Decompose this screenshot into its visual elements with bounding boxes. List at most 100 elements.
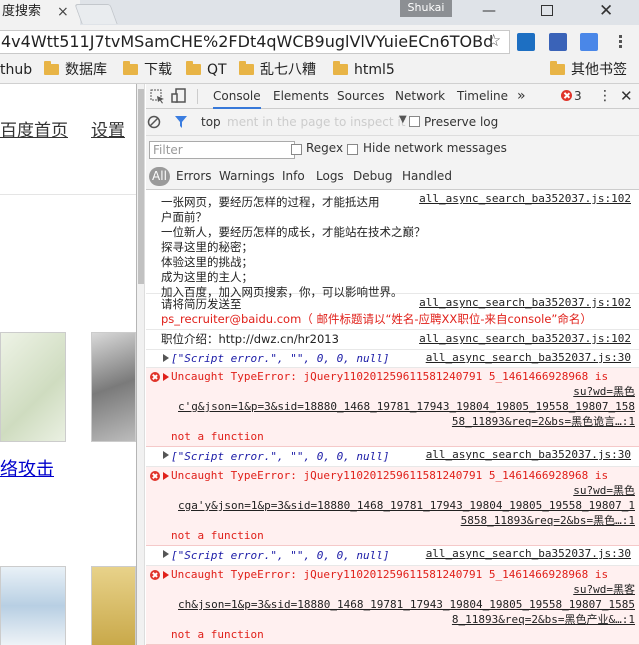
bookmark-folder-misc[interactable]: 乱七八糟 <box>239 60 316 80</box>
source-link[interactable]: all_async_search_ba352037.js:102 <box>419 192 631 205</box>
maximize-icon[interactable] <box>541 5 553 16</box>
bookmark-label: thub <box>0 62 33 78</box>
tab-timeline[interactable]: Timeline <box>457 84 508 109</box>
bookmark-star-icon[interactable]: ☆ <box>486 31 501 51</box>
error-count-icon[interactable] <box>561 90 572 101</box>
folder-icon <box>44 61 59 75</box>
expand-arrow-icon[interactable] <box>163 354 169 362</box>
preserve-log-checkbox[interactable] <box>409 116 420 127</box>
error-source[interactable]: 5858_11893&req=2&bs=黑色…:1 <box>171 513 635 528</box>
source-link[interactable]: all_async_search_ba352037.js:30 <box>426 351 631 364</box>
error-source[interactable]: su?wd=黑色 <box>171 483 635 498</box>
expand-arrow-icon[interactable] <box>163 571 169 579</box>
settings-link[interactable]: 设置 <box>91 116 125 141</box>
tab-sources[interactable]: Sources <box>337 84 384 109</box>
tab-close-icon[interactable]: × <box>57 0 69 24</box>
bookmark-github[interactable]: thub <box>0 60 32 80</box>
recruit-email: ps_recruiter@baidu.com <box>161 312 302 326</box>
level-all[interactable]: All <box>149 167 170 186</box>
tab-elements[interactable]: Elements <box>273 84 329 109</box>
error-text: Uncaught TypeError: jQuery11020125961158… <box>171 469 609 482</box>
level-info[interactable]: Info <box>282 167 305 186</box>
error-source[interactable]: su?wd=黑客 <box>171 582 635 597</box>
divider <box>0 194 136 195</box>
level-logs[interactable]: Logs <box>316 167 344 186</box>
preserve-log-label: Preserve log <box>424 115 499 129</box>
console-filter-input[interactable]: Filter <box>149 141 295 159</box>
error-source[interactable]: 58_11893&req=2&bs=黑色诡言…:1 <box>171 414 635 429</box>
news-thumbnail-3[interactable] <box>0 566 66 645</box>
log-text: 一位新人，要经历怎样的成长，才能站在技术之巅？ <box>161 225 426 239</box>
address-bar[interactable]: 4v4Wtt511J7tvMSamCHE%2FDt4qWCB9uglVlVYui… <box>0 30 510 54</box>
expand-arrow-icon[interactable] <box>163 373 169 381</box>
error-source[interactable]: c'g&json=1&p=3&sid=18880_1468_19781_1794… <box>171 399 635 414</box>
bookmark-folder-other[interactable]: 其他书签 <box>550 60 627 80</box>
error-source[interactable]: cga'y&json=1&p=3&sid=18880_1468_19781_17… <box>171 498 635 513</box>
devtools-panel: Console Elements Sources Network Timelin… <box>136 84 639 645</box>
bookmark-folder-html5[interactable]: html5 <box>333 60 395 80</box>
url-text: 4v4Wtt511J7tvMSamCHE%2FDt4qWCB9uglVlVYui… <box>1 32 494 51</box>
baidu-home-link[interactable]: 百度首页 <box>0 116 68 141</box>
console-message[interactable]: all_async_search_ba352037.js:30 ["Script… <box>146 546 639 566</box>
context-selector[interactable]: top <box>201 115 221 129</box>
hide-network-checkbox[interactable] <box>347 144 358 155</box>
expand-arrow-icon[interactable] <box>163 472 169 480</box>
bookmarks-bar: thub 数据库 下载 QT 乱七八糟 html5 其他书签 <box>0 57 639 84</box>
level-handled[interactable]: Handled <box>402 167 452 186</box>
bookmark-label: QT <box>207 62 227 78</box>
context-dropdown-icon[interactable]: ▼ <box>399 114 407 125</box>
bookmark-folder-downloads[interactable]: 下载 <box>123 60 172 80</box>
window-close-icon[interactable]: ✕ <box>599 0 613 22</box>
extension-icon-1[interactable] <box>517 33 535 51</box>
error-icon <box>150 471 160 481</box>
news-thumbnail-1[interactable] <box>0 332 66 442</box>
expand-arrow-icon[interactable] <box>163 451 169 459</box>
source-link[interactable]: all_async_search_ba352037.js:30 <box>426 448 631 461</box>
toolbar: 4v4Wtt511J7tvMSamCHE%2FDt4qWCB9uglVlVYui… <box>0 25 639 57</box>
regex-checkbox[interactable] <box>291 144 302 155</box>
separator <box>197 89 198 104</box>
error-source[interactable]: su?wd=黑色 <box>171 384 635 399</box>
error-source[interactable]: 8_11893&req=2&bs=黑色产业&…:1 <box>171 612 635 627</box>
console-log: all_async_search_ba352037.js:102 一张网页，要经… <box>146 190 639 645</box>
bookmark-label: 下载 <box>144 62 172 78</box>
tab-title: 度搜索 <box>2 4 42 19</box>
source-link[interactable]: all_async_search_ba352037.js:30 <box>426 547 631 560</box>
level-warnings[interactable]: Warnings <box>219 167 275 186</box>
translate-extension-icon[interactable] <box>580 33 598 51</box>
new-tab-button[interactable] <box>74 4 118 24</box>
minimize-icon[interactable]: — <box>482 0 496 22</box>
browser-menu-icon[interactable] <box>615 33 625 51</box>
folder-icon <box>550 61 565 75</box>
extension-icon-2[interactable] <box>549 33 567 51</box>
devtools-menu-icon[interactable]: ⋮ <box>598 84 612 109</box>
filter-icon[interactable] <box>174 115 188 129</box>
profile-badge[interactable]: Shukai <box>400 0 452 17</box>
folder-icon <box>186 61 201 75</box>
bookmark-folder-database[interactable]: 数据库 <box>44 60 107 80</box>
devtools-close-icon[interactable]: ✕ <box>620 84 633 109</box>
console-message[interactable]: all_async_search_ba352037.js:30 ["Script… <box>146 447 639 467</box>
level-debug[interactable]: Debug <box>353 167 392 186</box>
source-link[interactable]: all_async_search_ba352037.js:102 <box>419 296 631 309</box>
news-thumbnail-4[interactable] <box>91 566 136 645</box>
source-link[interactable]: all_async_search_ba352037.js:102 <box>419 332 631 345</box>
tab-console[interactable]: Console <box>213 84 261 109</box>
scrollbar-thumb[interactable] <box>138 89 144 284</box>
console-filter-bar: Filter Regex Hide network messages <box>146 136 639 163</box>
inspect-element-icon[interactable] <box>150 89 165 104</box>
device-mode-icon[interactable] <box>171 88 187 104</box>
clear-console-icon[interactable] <box>147 115 161 129</box>
error-count[interactable]: 3 <box>574 84 582 109</box>
console-message[interactable]: all_async_search_ba352037.js:30 ["Script… <box>146 350 639 368</box>
news-thumbnail-2[interactable] <box>91 332 136 442</box>
expand-arrow-icon[interactable] <box>163 550 169 558</box>
bookmark-folder-qt[interactable]: QT <box>186 60 227 80</box>
level-errors[interactable]: Errors <box>176 167 212 186</box>
tab-network[interactable]: Network <box>395 84 445 109</box>
more-tabs-icon[interactable]: » <box>517 84 526 109</box>
news-link-attack[interactable]: 络攻击 <box>0 455 54 481</box>
error-source[interactable]: ch&json=1&p=3&sid=18880_1468_19781_17943… <box>171 597 635 612</box>
page-scrollbar[interactable] <box>137 84 145 645</box>
console-message: all_async_search_ba352037.js:102 职位介绍：ht… <box>146 330 639 350</box>
